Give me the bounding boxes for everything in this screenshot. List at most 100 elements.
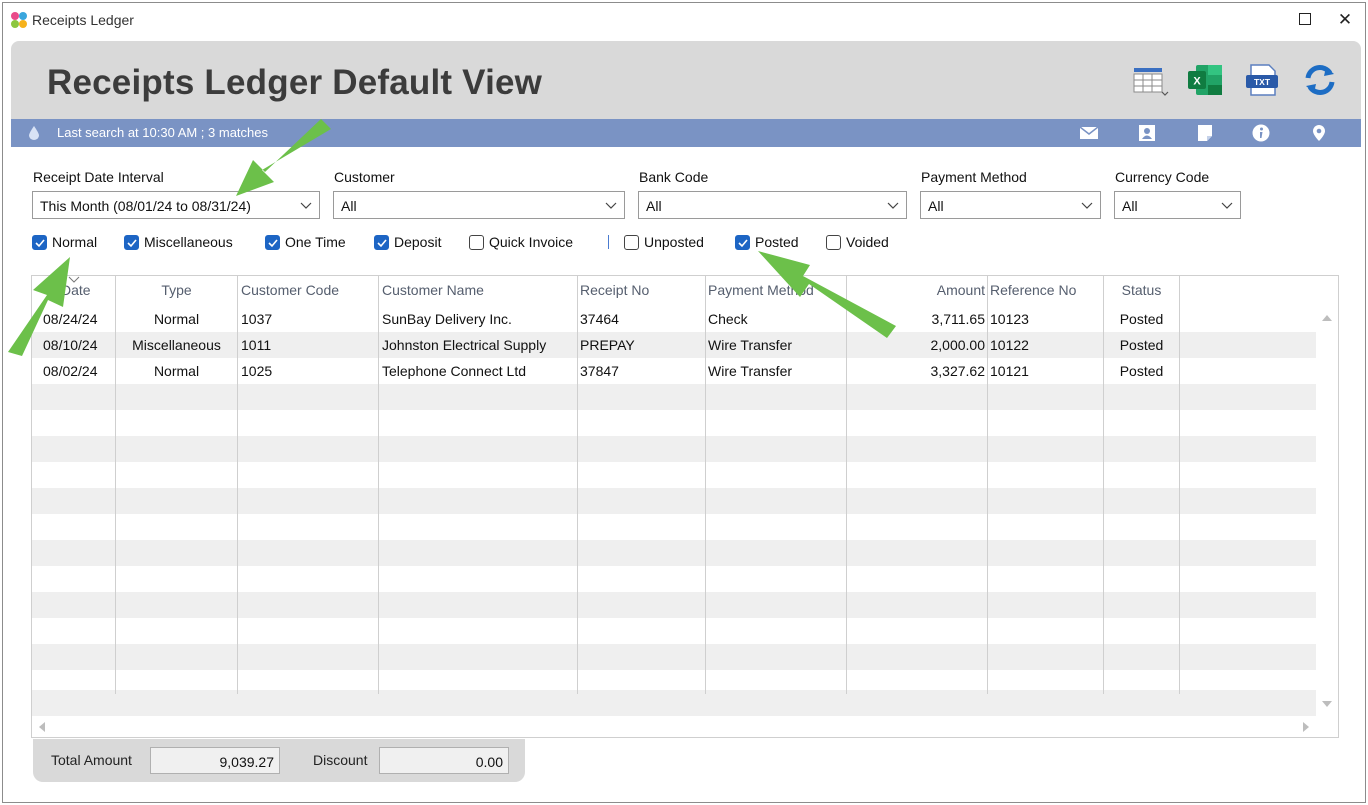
checkbox-separator <box>608 235 609 249</box>
receipt-date-interval-select[interactable]: This Month (08/01/24 to 08/31/24) <box>32 191 320 219</box>
cell-type: Normal <box>153 311 200 327</box>
checkbox-posted[interactable]: Posted <box>735 233 799 251</box>
contact-icon[interactable] <box>1137 124 1157 142</box>
checkbox-deposit[interactable]: Deposit <box>374 233 441 251</box>
column-header-label: Reference No <box>990 282 1077 298</box>
bank-code-label: Bank Code <box>639 169 709 185</box>
scroll-down-icon[interactable] <box>1322 700 1332 708</box>
cell-receipt-no: 37464 <box>580 311 619 327</box>
currency-code-select[interactable]: All <box>1114 191 1241 219</box>
checkbox-label: Voided <box>846 234 889 250</box>
table-row <box>32 488 1316 514</box>
total-amount-field: 9,039.27 <box>150 747 280 774</box>
column-header-label: Receipt No <box>580 282 650 298</box>
vertical-scrollbar[interactable] <box>1316 306 1338 716</box>
txt-file-icon[interactable]: TXT <box>1243 61 1281 99</box>
grid-layout-icon[interactable] <box>1131 61 1169 99</box>
cell-payment-method: Wire Transfer <box>708 363 793 379</box>
cell-customer-code: 1011 <box>241 337 272 353</box>
column-divider <box>987 276 988 694</box>
scroll-up-icon[interactable] <box>1322 314 1332 322</box>
checkbox-miscellaneous[interactable]: Miscellaneous <box>124 233 233 251</box>
scroll-left-icon[interactable] <box>38 722 46 732</box>
total-amount-label: Total Amount <box>51 752 132 768</box>
maximize-button[interactable] <box>1293 9 1317 31</box>
cell-type: Miscellaneous <box>132 337 221 353</box>
cell-amount: 2,000.00 <box>930 337 986 353</box>
horizontal-scrollbar[interactable] <box>32 716 1316 737</box>
checkbox-label: Normal <box>52 234 98 250</box>
cell-customer-code: 1025 <box>241 363 273 379</box>
sort-descending-icon <box>68 276 80 283</box>
column-header-receipt-no[interactable]: Receipt No <box>580 276 649 306</box>
checkbox-unposted[interactable]: Unposted <box>624 233 704 251</box>
customer-select[interactable]: All <box>333 191 625 219</box>
bank-code-select[interactable]: All <box>638 191 907 219</box>
receipt-date-interval-label: Receipt Date Interval <box>33 169 164 185</box>
column-header-customer-name[interactable]: Customer Name <box>382 276 484 306</box>
cell-amount: 3,711.65 <box>931 311 985 327</box>
refresh-icon[interactable] <box>1301 61 1339 99</box>
cell-amount: 3,327.62 <box>930 363 986 379</box>
bank-code-value: All <box>646 198 662 214</box>
table-row <box>32 644 1316 670</box>
excel-icon[interactable]: X <box>1186 61 1224 99</box>
checkbox-voided[interactable]: Voided <box>826 233 889 251</box>
discount-label: Discount <box>313 752 368 768</box>
table-row <box>32 410 1316 436</box>
last-search-status: Last search at 10:30 AM ; 3 matches <box>57 125 269 140</box>
cell-type: Normal <box>153 363 200 379</box>
table-row <box>32 540 1316 566</box>
column-header-label: Customer Name <box>382 282 484 298</box>
location-pin-icon[interactable] <box>1309 124 1329 142</box>
scroll-right-icon[interactable] <box>1302 722 1310 732</box>
app-logo-icon <box>11 12 27 28</box>
checkbox-normal[interactable]: Normal <box>32 233 97 251</box>
column-divider <box>237 276 238 694</box>
checkbox-checked-icon <box>124 234 139 250</box>
column-header-status[interactable]: Status <box>1104 276 1179 306</box>
cell-customer-code: 1037 <box>241 311 273 327</box>
checkbox-unchecked-icon <box>826 234 841 250</box>
column-divider <box>705 276 706 694</box>
column-header-type[interactable]: Type <box>116 276 237 306</box>
note-icon[interactable] <box>1195 124 1215 142</box>
column-header-customer-code[interactable]: Customer Code <box>241 276 339 306</box>
drop-icon <box>29 126 39 140</box>
checkbox-label: Deposit <box>394 234 442 250</box>
column-header-reference-no[interactable]: Reference No <box>990 276 1076 306</box>
chevron-down-icon <box>887 202 899 209</box>
checkbox-checked-icon <box>32 234 47 250</box>
cell-reference-no: 10122 <box>990 337 1029 353</box>
table-row <box>32 436 1316 462</box>
cell-reference-no: 10121 <box>990 363 1029 379</box>
customer-value: All <box>341 198 357 214</box>
column-header-amount[interactable]: Amount <box>847 276 985 306</box>
close-button[interactable]: ✕ <box>1333 9 1357 31</box>
header-panel: Receipts Ledger Default View X TXT <box>11 41 1361 119</box>
checkbox-checked-icon <box>735 234 750 250</box>
chevron-down-icon <box>300 202 312 209</box>
cell-status: Posted <box>1119 337 1164 353</box>
checkbox-quick-invoice[interactable]: Quick Invoice <box>469 233 573 251</box>
column-header-label: Payment Method <box>708 282 814 298</box>
column-header-payment-method[interactable]: Payment Method <box>708 276 814 306</box>
checkbox-label: Quick Invoice <box>489 234 574 250</box>
chevron-down-icon <box>1081 202 1093 209</box>
table-row <box>32 618 1316 644</box>
info-icon[interactable] <box>1251 124 1271 142</box>
mail-icon[interactable] <box>1079 124 1099 142</box>
table-row <box>32 592 1316 618</box>
payment-method-select[interactable]: All <box>920 191 1101 219</box>
svg-text:TXT: TXT <box>1254 77 1271 87</box>
checkbox-label: Posted <box>755 234 799 250</box>
cell-customer-name: SunBay Delivery Inc. <box>382 311 512 327</box>
svg-text:X: X <box>1193 76 1201 88</box>
status-bar: Last search at 10:30 AM ; 3 matches <box>11 119 1361 147</box>
cell-date: 08/24/24 <box>43 311 98 327</box>
checkbox-one-time[interactable]: One Time <box>265 233 346 251</box>
receipt-date-interval-value: This Month (08/01/24 to 08/31/24) <box>40 198 251 214</box>
column-divider <box>1179 276 1180 694</box>
column-header-label: Type <box>161 282 192 298</box>
cell-receipt-no: PREPAY <box>580 337 635 353</box>
